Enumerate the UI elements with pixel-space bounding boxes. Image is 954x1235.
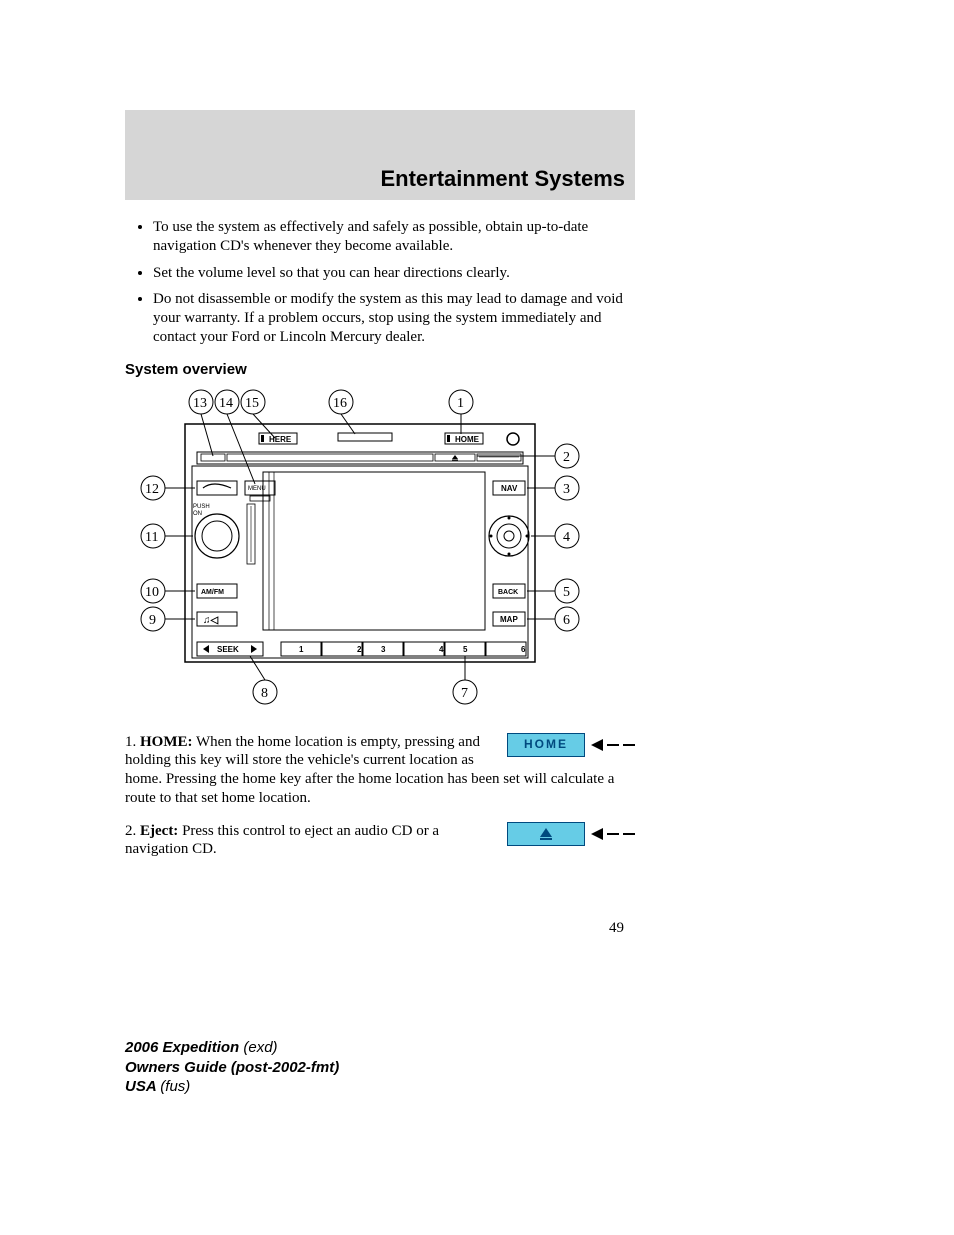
svg-text:4: 4 [563,530,570,545]
svg-text:9: 9 [149,613,156,628]
svg-text:5: 5 [563,585,570,600]
footer-model: 2006 Expedition [125,1039,243,1056]
item-label: Eject: [140,823,178,839]
map-button: MAP [500,615,518,624]
item-1: HOME 1. HOME: When the home location is … [125,733,635,808]
preset-buttons: 1 2 3 4 5 6 [281,642,526,656]
svg-text:11: 11 [145,530,158,545]
item-number: 2. [125,823,140,839]
footer-guide: Owners Guide (post-2002-fmt) [125,1059,339,1076]
svg-text:10: 10 [145,585,159,600]
svg-text:5: 5 [463,645,468,654]
system-diagram: HERE HOME [135,384,585,719]
selector-knob [489,516,529,556]
on-label: ON [193,511,202,517]
svg-text:7: 7 [461,686,468,701]
nav-button: NAV [501,484,518,493]
home-button-graphic: HOME [507,733,585,757]
arrow-icon [591,828,635,840]
svg-text:8: 8 [261,686,268,701]
svg-text:15: 15 [245,396,259,411]
item-label: HOME: [140,734,193,750]
footer-region: USA [125,1078,160,1095]
eject-icon [452,455,458,459]
arrow-icon [591,739,635,751]
phone-icon [203,484,231,488]
media-icon: ♫◁ [203,615,219,626]
seek-left-icon [203,645,209,653]
bullet-item: Do not disassemble or modify the system … [153,290,635,346]
section-title: Entertainment Systems [380,166,625,192]
page-number: 49 [609,920,624,937]
svg-text:2: 2 [357,645,362,654]
svg-text:14: 14 [219,396,233,411]
svg-text:12: 12 [145,482,159,497]
eject-icon [540,828,552,840]
svg-text:4: 4 [439,645,444,654]
svg-text:1: 1 [299,645,304,654]
home-graphic: HOME [507,733,635,757]
bullet-item: To use the system as effectively and saf… [153,218,635,256]
here-button: HERE [269,435,292,444]
seek-button: SEEK [217,645,239,654]
svg-text:6: 6 [563,613,570,628]
seek-right-icon [251,645,257,653]
bullet-item: Set the volume level so that you can hea… [153,264,635,283]
svg-text:3: 3 [563,482,570,497]
svg-text:13: 13 [193,396,207,411]
subheading: System overview [125,361,635,378]
push-label: PUSH [193,504,210,510]
amfm-button: AM/FM [201,589,224,596]
home-button: HOME [455,435,480,444]
eject-button-graphic [507,822,585,846]
header-bar: Entertainment Systems [125,110,635,200]
bullet-list: To use the system as effectively and saf… [125,218,635,347]
eject-graphic [507,822,635,846]
svg-text:3: 3 [381,645,386,654]
page: Entertainment Systems To use the system … [0,0,954,110]
item-number: 1. [125,734,140,750]
svg-text:16: 16 [333,396,347,411]
footer-region-code: (fus) [160,1078,190,1095]
footer-model-code: (exd) [243,1039,277,1056]
svg-text:2: 2 [563,450,570,465]
item-2: 2. Eject: Press this control to eject an… [125,822,635,860]
svg-text:6: 6 [521,645,526,654]
content-area: To use the system as effectively and saf… [125,218,635,859]
svg-text:1: 1 [457,396,464,411]
footer: 2006 Expedition (exd) Owners Guide (post… [125,1038,339,1097]
back-button: BACK [498,589,518,596]
